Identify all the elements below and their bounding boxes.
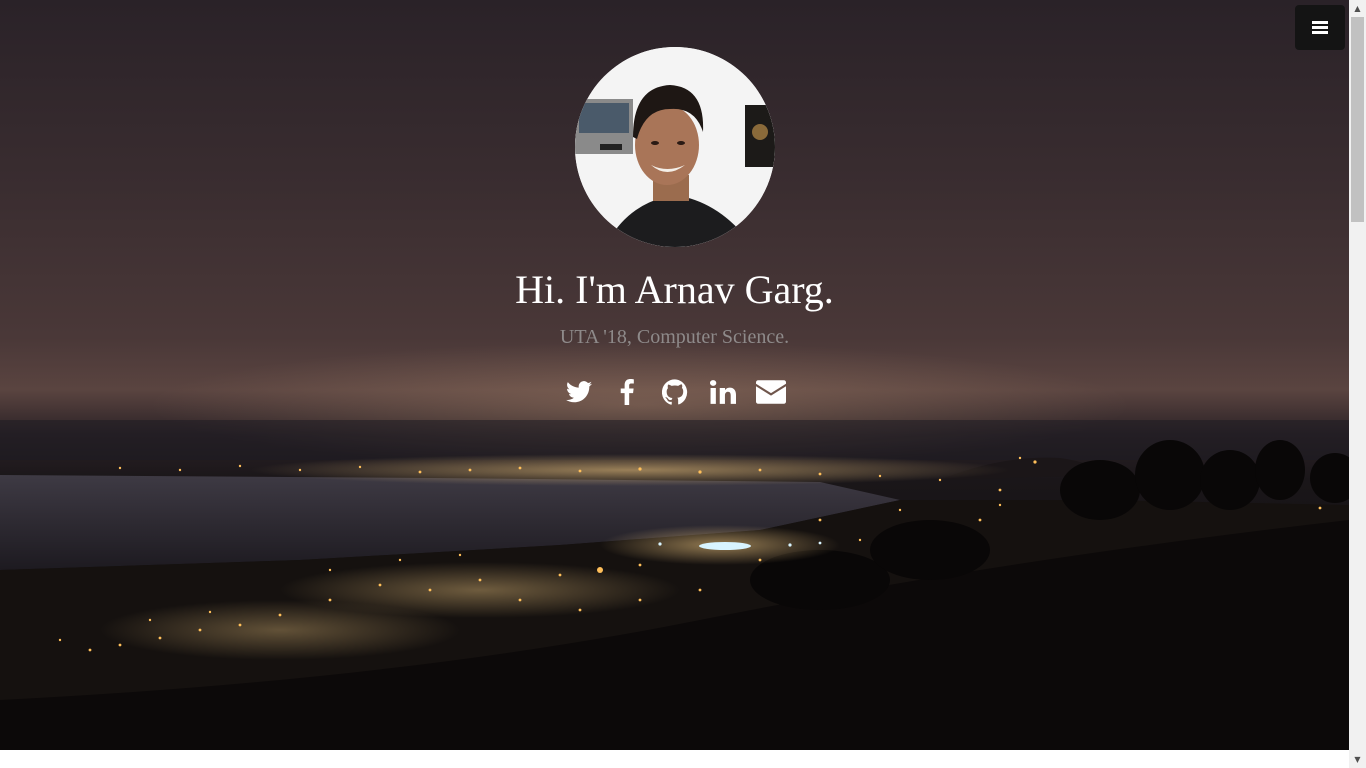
- github-icon: [661, 379, 687, 405]
- hero-section: Hi. I'm Arnav Garg. UTA '18, Computer Sc…: [0, 0, 1349, 750]
- twitter-icon: [565, 381, 592, 403]
- social-links: [0, 370, 1349, 414]
- social-link-linkedin[interactable]: [706, 372, 740, 412]
- scroll-up-arrow-icon[interactable]: ▲: [1349, 0, 1366, 17]
- scroll-down-arrow-icon[interactable]: ▼: [1349, 751, 1366, 768]
- linkedin-icon: [709, 380, 736, 404]
- social-link-email[interactable]: [754, 372, 788, 412]
- page-viewport: Hi. I'm Arnav Garg. UTA '18, Computer Sc…: [0, 0, 1349, 768]
- social-link-facebook[interactable]: [610, 372, 644, 412]
- menu-button[interactable]: [1295, 5, 1345, 50]
- facebook-icon: [620, 379, 634, 405]
- avatar: [575, 47, 775, 247]
- vertical-scrollbar[interactable]: ▲ ▼: [1349, 0, 1366, 768]
- profile-photo: [575, 47, 775, 247]
- hamburger-menu-icon: [1312, 19, 1328, 36]
- social-link-twitter[interactable]: [562, 372, 596, 412]
- scrollbar-thumb[interactable]: [1351, 17, 1364, 222]
- social-link-github[interactable]: [658, 372, 692, 412]
- page-title: Hi. I'm Arnav Garg.: [515, 267, 834, 312]
- envelope-icon: [755, 380, 786, 404]
- tagline: UTA '18, Computer Science.: [559, 326, 790, 348]
